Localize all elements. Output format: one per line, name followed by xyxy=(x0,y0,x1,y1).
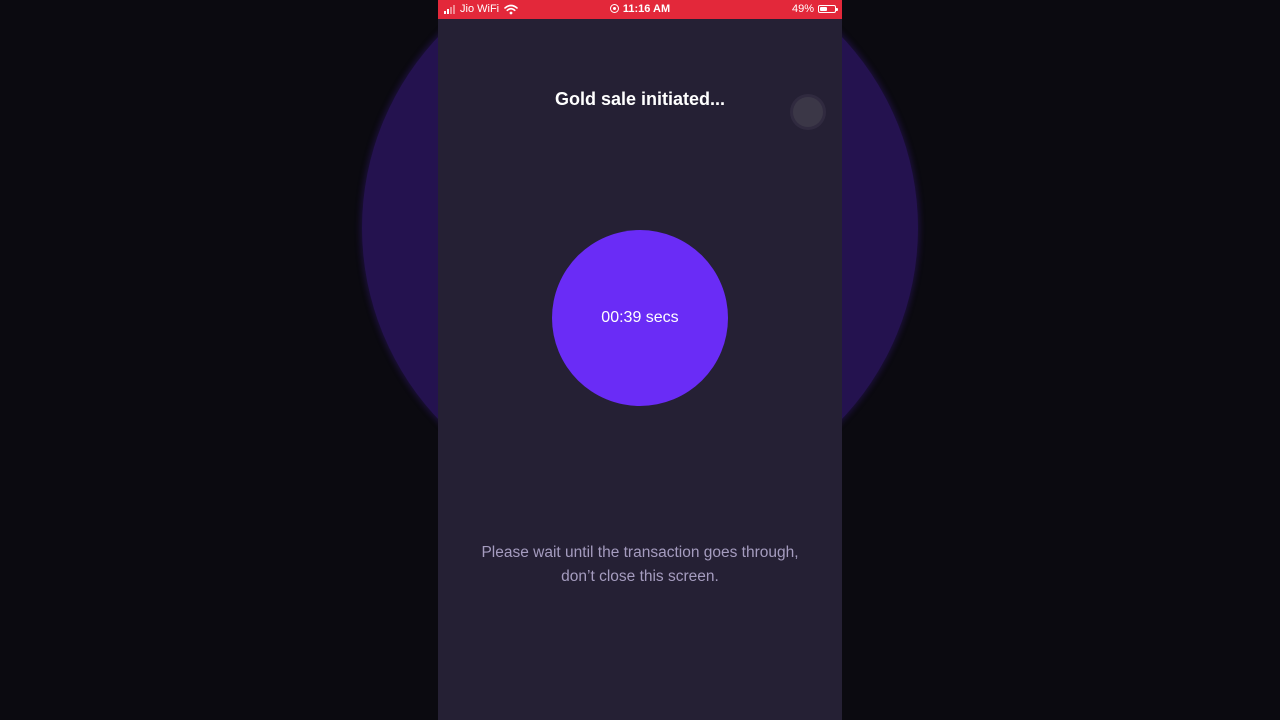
countdown-timer-text: 00:39 secs xyxy=(601,309,679,326)
battery-tip xyxy=(836,8,838,11)
video-frame: Jio WiFi 11:16 AM 49% Gold sale initiate… xyxy=(0,0,1280,720)
phone-screen: Jio WiFi 11:16 AM 49% Gold sale initiate… xyxy=(438,0,842,720)
countdown-timer-circle: 00:39 secs xyxy=(552,230,728,406)
page-title: Gold sale initiated... xyxy=(554,89,726,109)
status-bar: Jio WiFi 11:16 AM 49% xyxy=(438,0,842,19)
battery-percent-label: 49% xyxy=(791,3,814,15)
touch-indicator xyxy=(793,97,823,127)
battery-icon xyxy=(818,5,838,13)
wait-message-line-1: Please wait until the transaction goes t… xyxy=(481,544,799,561)
status-bar-center: 11:16 AM xyxy=(438,3,842,15)
wait-message: Please wait until the transaction goes t… xyxy=(458,541,822,589)
wait-message-line-2: don’t close this screen. xyxy=(561,568,719,585)
battery-fill xyxy=(820,7,827,11)
screen-record-icon xyxy=(609,4,619,13)
status-bar-right: 49% xyxy=(791,3,838,15)
clock-label: 11:16 AM xyxy=(622,3,671,15)
